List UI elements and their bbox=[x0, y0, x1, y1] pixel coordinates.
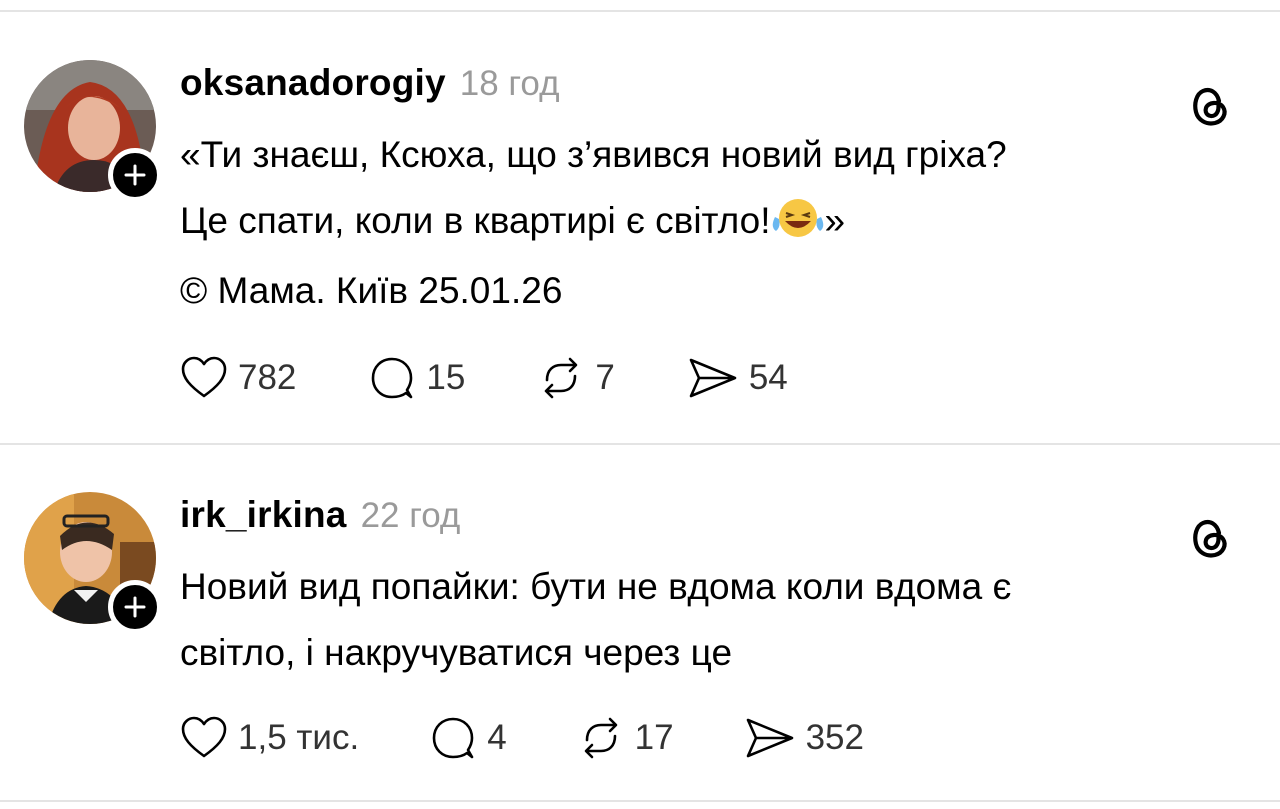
like-count: 1,5 тис. bbox=[238, 718, 360, 757]
share-count: 352 bbox=[805, 718, 864, 757]
post-text: Новий вид попайки: бути не вдома коли вд… bbox=[180, 554, 1240, 686]
like-button[interactable]: 1,5 тис. bbox=[180, 716, 359, 760]
post-time: 22 год bbox=[360, 496, 461, 535]
share-button[interactable]: 352 bbox=[744, 716, 864, 760]
post-header: irk_irkina 22 год bbox=[180, 494, 460, 536]
reply-count: 4 bbox=[487, 718, 507, 757]
action-bar: 1,5 тис. 4 17 352 bbox=[180, 716, 864, 760]
post: irk_irkina 22 год Новий вид попайки: бут… bbox=[0, 0, 1280, 809]
bottom-divider bbox=[0, 800, 1280, 802]
heart-icon bbox=[181, 716, 227, 758]
repost-icon bbox=[584, 717, 617, 759]
post-line: Новий вид попайки: бути не вдома коли вд… bbox=[180, 566, 1012, 607]
plus-icon bbox=[124, 596, 146, 618]
repost-count: 17 bbox=[634, 718, 674, 757]
follow-button[interactable] bbox=[108, 580, 162, 634]
repost-button[interactable]: 17 bbox=[577, 716, 674, 760]
post-line: світло, і накручуватися через це bbox=[180, 632, 733, 673]
avatar[interactable] bbox=[24, 492, 162, 634]
reply-button[interactable]: 4 bbox=[429, 716, 507, 760]
reply-icon bbox=[432, 717, 474, 759]
share-icon bbox=[746, 718, 793, 758]
username[interactable]: irk_irkina bbox=[180, 494, 347, 536]
